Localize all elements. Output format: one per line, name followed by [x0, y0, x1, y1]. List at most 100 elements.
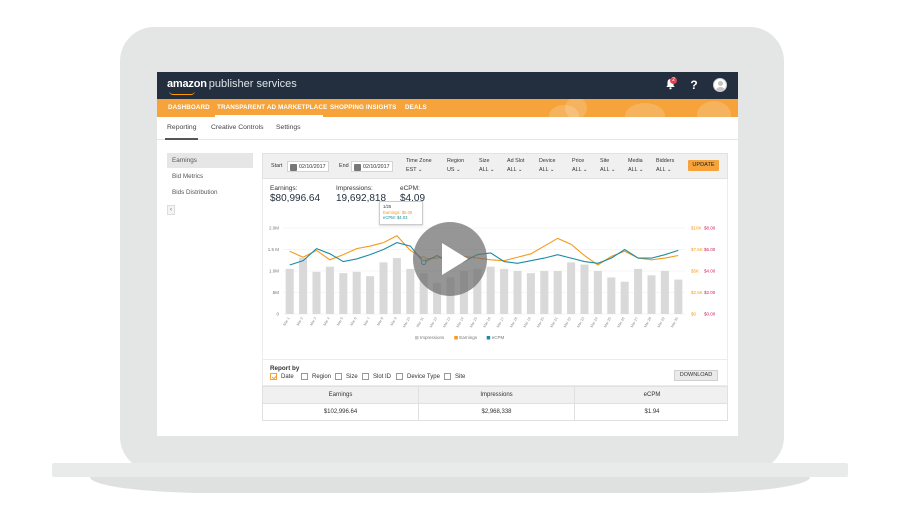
bar-impressions: [593, 271, 602, 314]
x-tick-label: Mar 12: [429, 317, 438, 329]
legend-swatch: [415, 336, 419, 340]
y-tick-label-earnings: $7.5K: [691, 247, 703, 252]
bar-impressions: [299, 258, 308, 314]
app-screen: amazon publisher services 2 ? DASHBOARD T…: [157, 72, 738, 436]
x-tick-label: Mar 4: [323, 317, 331, 327]
summary-table-header: Earnings Impressions eCPM: [262, 386, 728, 404]
x-tick-label: Mar 21: [550, 317, 559, 329]
x-tick-label: Mar 24: [590, 317, 599, 329]
bar-impressions: [406, 268, 415, 314]
x-tick-label: Mar 1: [283, 317, 291, 327]
y-tick-label-ecpm: $4.00: [704, 269, 716, 274]
table-row: $102,996.64 $2,968,338 $1.94: [262, 404, 728, 421]
x-tick-label: Mar 6: [350, 317, 358, 327]
y-tick-label-ecpm: $0.00: [704, 312, 716, 317]
column-header-impressions: Impressions: [418, 387, 574, 403]
y-tick-label-earnings: $5K: [691, 269, 699, 274]
x-tick-label: Mar 7: [363, 317, 371, 327]
checkbox-region-label: Region: [312, 374, 332, 380]
video-play-button[interactable]: [413, 222, 487, 296]
x-tick-label: Mar 25: [603, 317, 612, 329]
x-tick-label: Mar 19: [523, 317, 532, 329]
x-tick-label: Mar 27: [630, 317, 639, 329]
x-tick-label: Mar 5: [336, 317, 344, 327]
checkbox-device-type-label: Device Type: [407, 374, 440, 380]
cell-ecpm: $1.94: [574, 404, 729, 420]
bar-impressions: [285, 268, 294, 314]
x-tick-label: Mar 23: [576, 317, 585, 329]
x-tick-label: Mar 29: [657, 317, 666, 329]
y-tick-label-earnings: $10K: [691, 226, 702, 231]
bar-impressions: [325, 266, 334, 314]
cell-earnings: $102,996.64: [323, 409, 358, 415]
y-tick-label-earnings: $2.5K: [691, 290, 703, 295]
x-tick-label: Mar 9: [390, 317, 398, 327]
bar-impressions: [339, 273, 348, 314]
y-tick-label-left: 0: [276, 312, 279, 317]
bar-impressions: [392, 258, 401, 314]
download-button[interactable]: DOWNLOAD: [674, 370, 718, 381]
x-tick-label: Mar 17: [496, 317, 505, 329]
x-tick-label: Mar 15: [469, 317, 478, 329]
y-tick-label-ecpm: $6.00: [704, 247, 716, 252]
bar-impressions: [674, 279, 683, 314]
bar-impressions: [660, 271, 669, 314]
x-tick-label: Mar 30: [670, 317, 679, 329]
x-tick-label: Mar 10: [402, 317, 411, 329]
bar-impressions: [513, 271, 522, 314]
x-tick-label: Mar 18: [509, 317, 518, 329]
y-tick-label-ecpm: $2.00: [704, 290, 716, 295]
legend-label: Earnings: [459, 335, 478, 340]
x-tick-label: Mar 13: [442, 317, 451, 329]
x-tick-label: Mar 16: [483, 317, 492, 329]
checkbox-date[interactable]: [270, 373, 277, 380]
legend-label: eCPM: [492, 335, 505, 340]
x-tick-label: Mar 20: [536, 317, 545, 329]
legend-swatch: [454, 336, 458, 340]
laptop-base: [52, 463, 848, 477]
bar-impressions: [647, 275, 656, 314]
column-header-ecpm: eCPM: [574, 387, 729, 403]
y-tick-label-earnings: $0: [691, 312, 697, 317]
laptop-base-shadow: [90, 477, 810, 493]
checkbox-site-label: Site: [455, 374, 466, 380]
bar-impressions: [540, 271, 549, 314]
checkbox-slot-id[interactable]: [362, 373, 369, 380]
x-tick-label: Mar 3: [309, 317, 317, 327]
bar-impressions: [553, 271, 562, 314]
y-tick-label-left: 1.5 M: [268, 247, 280, 252]
y-tick-label-ecpm: $8.00: [704, 226, 716, 231]
x-tick-label: Mar 28: [643, 317, 652, 329]
legend-swatch: [486, 336, 491, 340]
legend-label: Impressions: [420, 335, 445, 340]
bar-impressions: [567, 262, 576, 314]
y-tick-label-left: 1.0M: [269, 269, 279, 274]
bar-impressions: [607, 277, 616, 314]
bar-impressions: [526, 273, 535, 314]
y-tick-label-left: .5M: [271, 290, 279, 295]
bar-impressions: [486, 266, 495, 314]
x-tick-label: Mar 14: [456, 317, 465, 329]
cell-impressions: $2,968,338: [418, 404, 574, 420]
x-tick-label: Mar 11: [416, 317, 425, 328]
x-tick-label: Mar 26: [617, 317, 626, 329]
bar-impressions: [366, 276, 375, 314]
bar-impressions: [620, 281, 629, 314]
bar-impressions: [312, 271, 321, 314]
checkbox-device-type[interactable]: [396, 373, 403, 380]
checkbox-date-label: Date: [281, 374, 294, 380]
x-tick-label: Mar 2: [296, 317, 304, 327]
checkbox-size[interactable]: [335, 373, 342, 380]
chart-tooltip: 1/25 Earnings: $5.06 eCPM: $4.03: [379, 201, 423, 225]
report-by-title: Report by: [270, 365, 300, 372]
bar-impressions: [580, 264, 589, 314]
bar-impressions: [352, 271, 361, 314]
checkbox-site[interactable]: [444, 373, 451, 380]
y-tick-label-left: 2.0M: [269, 226, 279, 231]
bar-impressions: [634, 268, 643, 314]
bar-impressions: [379, 262, 388, 314]
report-by-panel: [262, 359, 728, 386]
checkbox-size-label: Size: [346, 374, 358, 380]
x-tick-label: Mar 8: [376, 317, 384, 327]
checkbox-region[interactable]: [301, 373, 308, 380]
